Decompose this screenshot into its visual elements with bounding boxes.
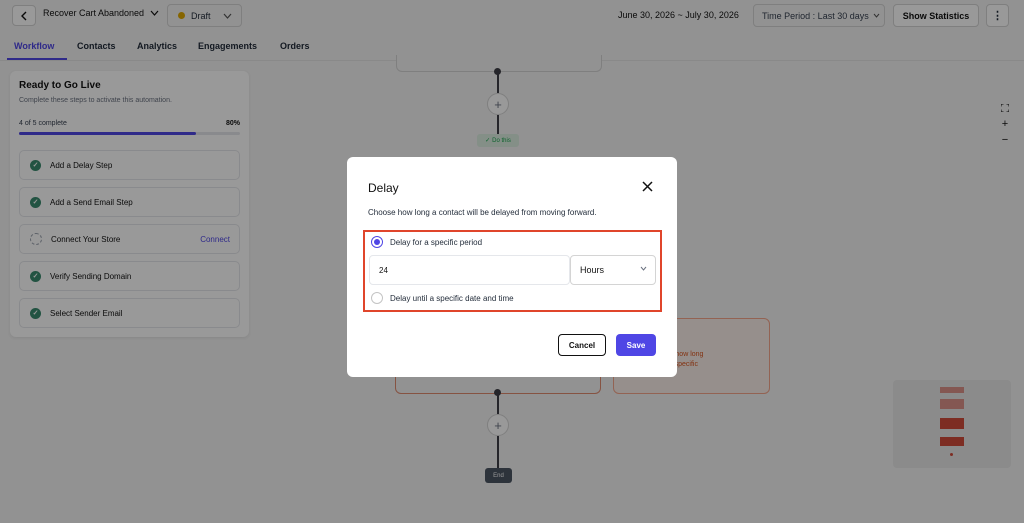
chevron-down-icon: [640, 266, 647, 271]
option-period-label[interactable]: Delay for a specific period: [390, 238, 482, 247]
delay-amount-value: 24: [379, 265, 388, 275]
save-button[interactable]: Save: [616, 334, 656, 356]
delay-amount-input[interactable]: 24: [369, 255, 570, 285]
radio-delay-until-date[interactable]: [371, 292, 383, 304]
close-icon: [641, 180, 653, 192]
option-date-label[interactable]: Delay until a specific date and time: [390, 294, 514, 303]
cancel-button[interactable]: Cancel: [558, 334, 606, 356]
modal-title: Delay: [368, 181, 399, 195]
delay-unit-select[interactable]: Hours: [570, 255, 656, 285]
delay-modal: Delay Choose how long a contact will be …: [347, 157, 677, 377]
modal-description: Choose how long a contact will be delaye…: [368, 208, 597, 217]
delay-unit-value: Hours: [580, 265, 605, 275]
close-button[interactable]: [639, 178, 655, 194]
radio-delay-period[interactable]: [371, 236, 383, 248]
